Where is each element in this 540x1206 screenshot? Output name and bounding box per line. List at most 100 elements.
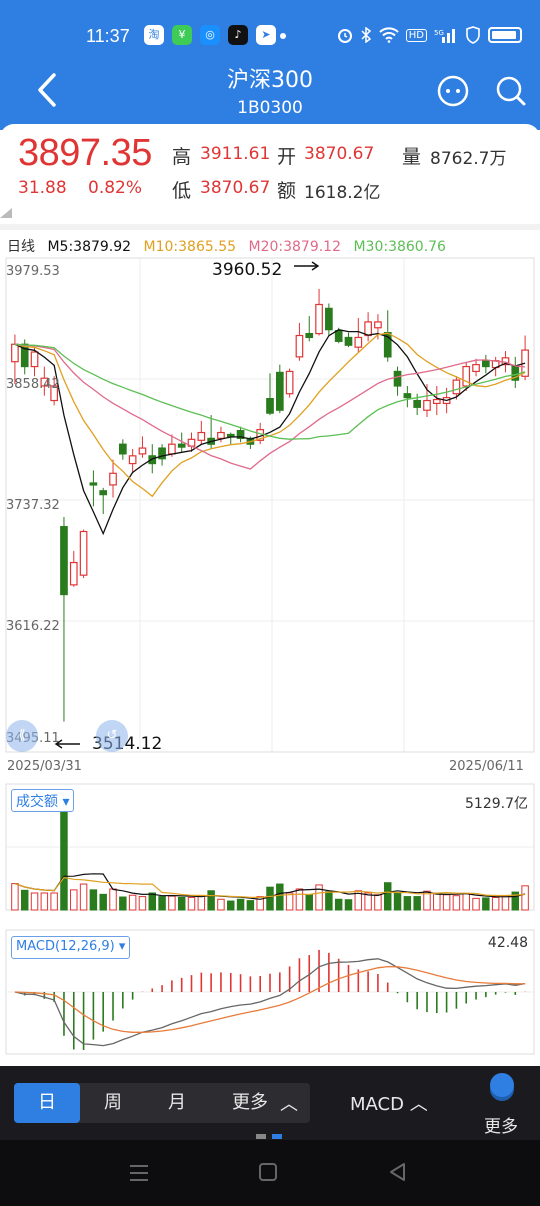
volume-bar: [40, 892, 49, 911]
volume-bar: [374, 894, 382, 911]
volume-bar: [462, 892, 470, 911]
volume-bar: [89, 889, 98, 911]
candle-body: [285, 370, 294, 395]
tab-day[interactable]: 日: [14, 1083, 80, 1123]
candle-body: [305, 332, 314, 339]
volume-bar: [227, 900, 235, 911]
volume-bar: [521, 885, 529, 911]
candle-body: [275, 371, 284, 411]
volume-max-value: 5129.7亿: [465, 796, 528, 812]
candle-body: [472, 364, 480, 373]
volume-bar: [148, 892, 157, 911]
volume-bar: [217, 898, 225, 911]
kline-chart[interactable]: [0, 0, 540, 1066]
home-icon[interactable]: [258, 1162, 278, 1182]
volume-bar: [168, 895, 176, 911]
volume-bar: [403, 896, 412, 911]
candle-body: [128, 455, 137, 465]
macd-legend-label: MACD(12,26,9): [16, 939, 115, 954]
chevron-up-icon[interactable]: ︿: [280, 1090, 298, 1116]
volume-bar: [276, 883, 284, 911]
menu-icon[interactable]: [128, 1164, 150, 1182]
volume-bar: [109, 888, 117, 911]
tab-week[interactable]: 周: [88, 1083, 138, 1123]
scroll-left-button[interactable]: ⟪: [6, 720, 38, 752]
tab-more[interactable]: 更多: [220, 1083, 280, 1123]
volume-bar: [433, 892, 441, 911]
y-label: 3858.42: [6, 377, 60, 392]
volume-bar: [11, 883, 19, 911]
volume-bar: [20, 889, 29, 911]
macd-dif-line: [14, 958, 526, 1047]
volume-bar: [285, 892, 294, 911]
volume-bar: [491, 896, 500, 911]
volume-bar: [393, 892, 402, 911]
volume-legend-label: 成交额: [16, 794, 58, 810]
volume-bar: [442, 894, 451, 911]
candle-body: [354, 336, 363, 348]
volume-bar: [472, 897, 480, 911]
indicator-selector[interactable]: MACD ︿: [350, 1090, 428, 1116]
more-button[interactable]: 更多: [484, 1112, 518, 1137]
volume-bar: [177, 896, 186, 911]
max-price-annotation: 3960.52: [212, 260, 283, 280]
candle-body: [69, 561, 78, 586]
candle-body: [482, 360, 490, 368]
volume-bar: [138, 896, 147, 911]
candle-body: [79, 530, 88, 576]
candle-body: [334, 330, 343, 342]
page-indicator-active: [272, 1134, 282, 1139]
volume-bar: [30, 892, 39, 911]
volume-bar: [60, 811, 68, 911]
volume-bar: [187, 896, 196, 911]
candle-body: [266, 397, 274, 414]
candle-body: [60, 526, 68, 596]
candle-body: [89, 482, 98, 486]
app-root: 11:37 淘 ¥ ◎ ♪ ➤ HD 5G 沪深300 1B0300 3897.…: [0, 0, 540, 1206]
dropdown-arrow-icon: ▾: [118, 939, 126, 954]
indicator-label: MACD: [350, 1094, 404, 1115]
macd-indicator-select[interactable]: MACD(12,26,9) ▾: [11, 936, 131, 959]
volume-bar: [119, 896, 127, 911]
volume-bar: [452, 895, 461, 911]
volume-bar: [295, 888, 304, 911]
volume-bar: [482, 897, 490, 911]
macd-max-value: 42.48: [487, 935, 528, 951]
volume-bar: [344, 899, 353, 911]
chevron-up-icon: ︿: [409, 1094, 428, 1115]
candle-body: [325, 307, 333, 331]
candle-body: [138, 447, 147, 455]
volume-bar: [334, 898, 343, 911]
volume-bar: [79, 883, 88, 911]
volume-bar: [246, 900, 255, 911]
candle-body: [364, 321, 372, 337]
tab-month[interactable]: 月: [152, 1083, 202, 1123]
candle-body: [197, 431, 206, 441]
candle-body: [393, 370, 402, 387]
volume-bar: [158, 896, 166, 911]
page-indicator: [256, 1134, 266, 1139]
max-arrow-icon: [294, 261, 320, 271]
back-icon[interactable]: [388, 1162, 406, 1182]
system-navigation-bar: [0, 1140, 540, 1206]
reset-zoom-button[interactable]: ↺: [96, 720, 128, 752]
volume-bar: [197, 895, 206, 911]
candle-body: [11, 343, 19, 363]
volume-bar: [128, 894, 137, 911]
candle-body: [217, 431, 225, 439]
candle-body: [99, 490, 108, 496]
volume-bar: [325, 891, 333, 911]
volume-indicator-select[interactable]: 成交额 ▾: [11, 789, 75, 812]
candle-body: [177, 443, 186, 448]
candle-body: [403, 393, 412, 399]
date-end: 2025/06/11: [449, 759, 524, 774]
volume-bar: [413, 896, 421, 911]
chart-toolbar: 日 周 月 更多 ︿ MACD ︿: [0, 1066, 540, 1140]
y-label: 3737.32: [6, 498, 60, 513]
candle-body: [413, 399, 422, 408]
more-icon[interactable]: [490, 1073, 514, 1097]
candle-body: [295, 334, 304, 358]
candle-body: [344, 336, 353, 346]
period-tabs: 日 周 月 更多 ︿: [14, 1083, 310, 1123]
y-label: 3616.22: [6, 619, 60, 634]
